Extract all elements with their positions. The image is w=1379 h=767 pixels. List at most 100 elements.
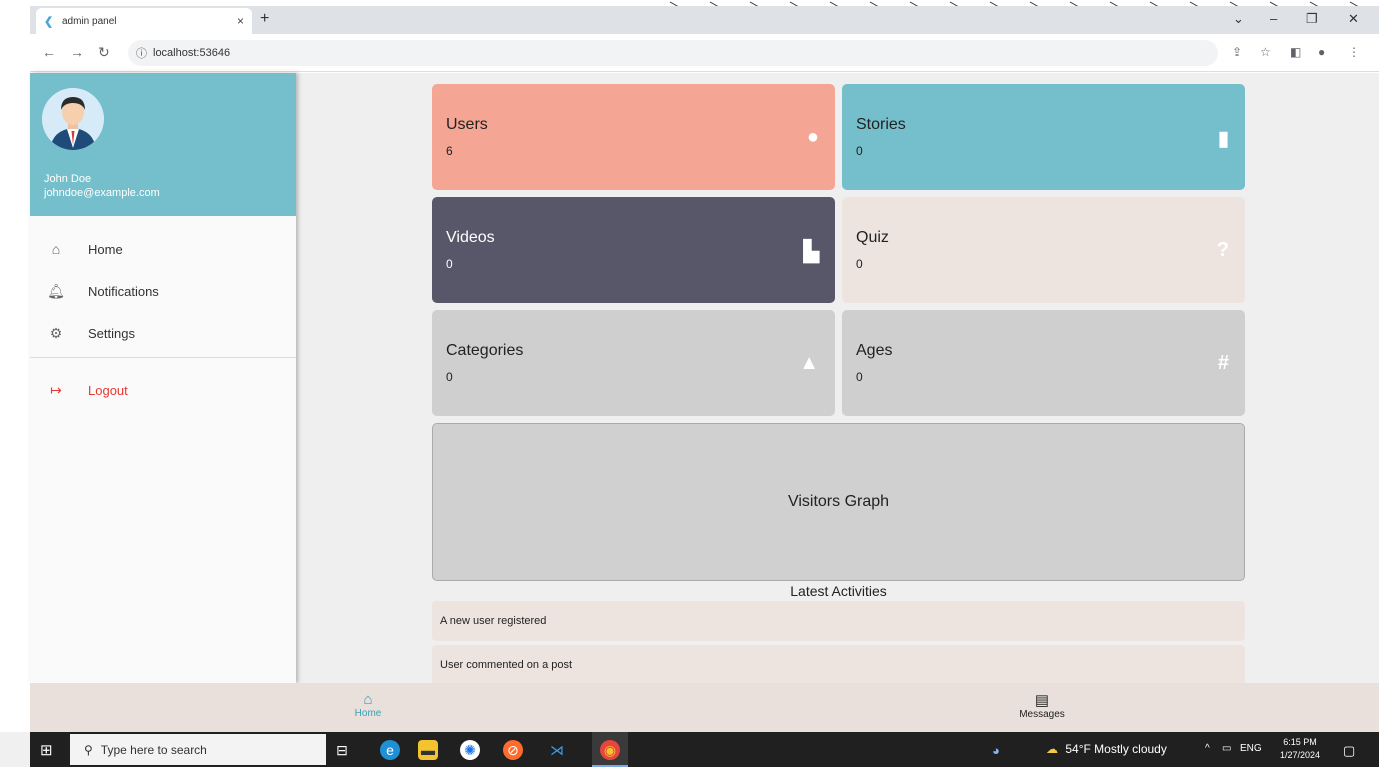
tab-close-icon[interactable]: × [237,14,244,28]
system-clock[interactable]: 6:15 PM 1/27/2024 [1280,736,1320,762]
card-value: 0 [446,257,453,271]
card-title: Users [446,116,488,133]
book-icon: ▮ [1217,128,1229,150]
profile-icon[interactable]: ● [1318,45,1325,59]
notification-center-icon[interactable]: ▢ [1343,743,1355,759]
shapes-icon: ▲ [799,352,819,374]
search-placeholder: Type here to search [100,742,207,757]
card-value: 0 [446,370,453,384]
address-bar[interactable]: ⓘ localhost:53646 [128,40,1218,66]
taskbar-left-edge [0,732,30,767]
help-icon[interactable]: ◕ [992,743,1000,758]
task-view-icon[interactable]: ⊟ [332,740,352,760]
tray-chevron-icon[interactable]: ^ [1205,743,1210,754]
language-indicator[interactable]: ENG [1240,743,1262,754]
share-icon[interactable]: ⇪ [1232,45,1242,59]
clock-date: 1/27/2024 [1280,750,1321,760]
file-explorer-icon[interactable]: ▬ [418,740,438,760]
app-viewport: John Doe johndoe@example.com ⌂ Home 🔔︎ N… [30,73,1379,732]
home-icon: ⌂ [363,691,373,708]
visitors-graph-placeholder: Visitors Graph [432,423,1245,581]
windows-taskbar: ⊞ ⚲ Type here to search ⊟ e ▬ ✺ ⊘ ⋊ ◉ ◕ … [0,732,1379,767]
drawer-item-label: Home [88,241,123,257]
tab-strip: ❮ admin panel × + ⌄ – ❐ ✕ [30,6,1379,34]
cloud-icon: ☁ [1046,742,1058,756]
card-ages[interactable]: Ages 0 # [842,310,1245,416]
drawer-header: John Doe johndoe@example.com [30,73,296,216]
card-title: Videos [446,229,495,246]
screenshot: ❮ admin panel × + ⌄ – ❐ ✕ ← → ↻ ⓘ localh… [0,0,1379,767]
chat-icon: ▤ [1034,692,1050,709]
card-value: 0 [856,370,863,384]
activity-item[interactable]: User commented on a post [432,645,1245,685]
chrome-icon: ◉ [600,740,620,760]
bottom-nav-label: Home [354,708,382,719]
hash-icon: # [1217,352,1229,374]
drawer-item-label: Settings [88,325,135,341]
bottom-nav-messages[interactable]: ▤ Messages [1015,691,1069,720]
drawer-item-settings[interactable]: ⚙ Settings [30,312,296,354]
user-email: johndoe@example.com [44,187,160,199]
home-icon: ⌂ [51,241,61,257]
bottom-nav-home[interactable]: ⌂ Home [348,691,388,719]
card-title: Categories [446,342,524,359]
tab-search-chevron-icon[interactable]: ⌄ [1233,11,1244,27]
person-icon: ● [806,126,819,148]
url-text: localhost:53646 [153,47,231,59]
file-icon: ▙ [803,241,819,263]
question-icon: ? [1216,239,1229,261]
tab-title: admin panel [62,15,117,27]
side-panel-icon[interactable]: ◧ [1290,45,1301,59]
avatar [42,88,104,150]
card-title: Quiz [856,229,889,246]
taskbar-active-app[interactable]: ◉ [592,732,628,767]
new-tab-button[interactable]: + [260,10,269,28]
drawer-divider [30,357,296,358]
flutter-logo-icon: ❮ [44,15,54,28]
reload-icon[interactable]: ↻ [98,44,110,61]
activities-title: Latest Activities [790,583,887,599]
minimize-button[interactable]: – [1270,11,1277,26]
card-videos[interactable]: Videos 0 ▙ [432,197,835,303]
browser-tab[interactable]: ❮ admin panel × [36,8,252,34]
menu-kebab-icon[interactable]: ⋮ [1348,45,1360,59]
card-title: Ages [856,342,893,359]
card-value: 6 [446,144,453,158]
card-users[interactable]: Users 6 ● [432,84,835,190]
weather-text: 54°F Mostly cloudy [1065,742,1167,756]
close-window-button[interactable]: ✕ [1348,11,1359,27]
card-quiz[interactable]: Quiz 0 ? [842,197,1245,303]
card-stories[interactable]: Stories 0 ▮ [842,84,1245,190]
clock-time: 6:15 PM [1283,737,1317,747]
drawer-item-label: Notifications [88,283,159,299]
bottom-nav-label: Messages [1019,709,1065,720]
logout-icon: ↦ [50,381,62,398]
taskbar-search-input[interactable]: ⚲ Type here to search [70,734,326,765]
drawer-item-home[interactable]: ⌂ Home [30,228,296,270]
card-categories[interactable]: Categories 0 ▲ [432,310,835,416]
navigation-drawer: John Doe johndoe@example.com ⌂ Home 🔔︎ N… [30,73,296,683]
drawer-item-logout[interactable]: ↦ Logout [30,369,296,411]
weather-widget[interactable]: ☁ 54°F Mostly cloudy [1046,742,1167,756]
site-info-icon[interactable]: ⓘ [136,45,147,61]
forward-arrow-icon[interactable]: → [70,44,84,60]
bookmark-star-icon[interactable]: ☆ [1260,45,1271,59]
edge-browser-icon[interactable]: e [380,740,400,760]
address-toolbar: ← → ↻ ⓘ localhost:53646 ⇪ ☆ ◧ ● ⋮ [30,34,1379,72]
restore-button[interactable]: ❐ [1306,11,1318,27]
gear-icon: ⚙ [49,324,63,341]
activity-item[interactable]: A new user registered [432,601,1245,641]
card-title: Stories [856,116,906,133]
drawer-item-label: Logout [88,382,128,398]
battery-icon[interactable]: ▭ [1222,743,1231,754]
windows-start-icon[interactable]: ⊞ [40,741,53,759]
bell-icon: 🔔︎ [47,282,65,299]
user-name: John Doe [44,173,92,185]
vscode-icon[interactable]: ⋊ [547,740,567,760]
browser-window: ❮ admin panel × + ⌄ – ❐ ✕ ← → ↻ ⓘ localh… [30,6,1379,767]
postman-icon[interactable]: ⊘ [503,740,523,760]
card-value: 0 [856,257,863,271]
android-studio-icon[interactable]: ✺ [460,740,480,760]
back-arrow-icon[interactable]: ← [42,44,56,60]
drawer-item-notifications[interactable]: 🔔︎ Notifications [30,270,296,312]
